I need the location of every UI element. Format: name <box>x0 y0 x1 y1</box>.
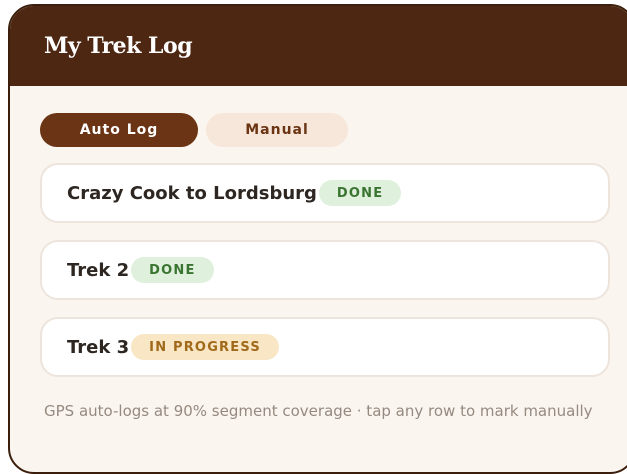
trek-row[interactable]: Trek 3 IN PROGRESS <box>40 317 610 377</box>
trek-name: Trek 3 <box>67 336 130 358</box>
trek-name: Trek 2 <box>67 259 130 281</box>
tab-auto-log[interactable]: Auto Log <box>40 113 198 147</box>
footer-note: GPS auto-logs at 90% segment coverage · … <box>44 402 593 420</box>
trek-name: Crazy Cook to Lordsburg <box>67 182 317 204</box>
trek-list: Crazy Cook to Lordsburg DONE Trek 2 DONE… <box>40 163 610 394</box>
tab-manual[interactable]: Manual <box>206 113 348 147</box>
status-badge: IN PROGRESS <box>131 334 279 360</box>
trek-row[interactable]: Crazy Cook to Lordsburg DONE <box>40 163 610 223</box>
status-badge: DONE <box>318 180 402 206</box>
card-header: My Trek Log <box>10 6 627 86</box>
mode-tabs: Auto Log Manual <box>40 113 348 147</box>
page-title: My Trek Log <box>44 33 193 59</box>
trek-log-card: My Trek Log Auto Log Manual Crazy Cook t… <box>8 4 627 474</box>
trek-row[interactable]: Trek 2 DONE <box>40 240 610 300</box>
status-badge: DONE <box>131 257 214 283</box>
